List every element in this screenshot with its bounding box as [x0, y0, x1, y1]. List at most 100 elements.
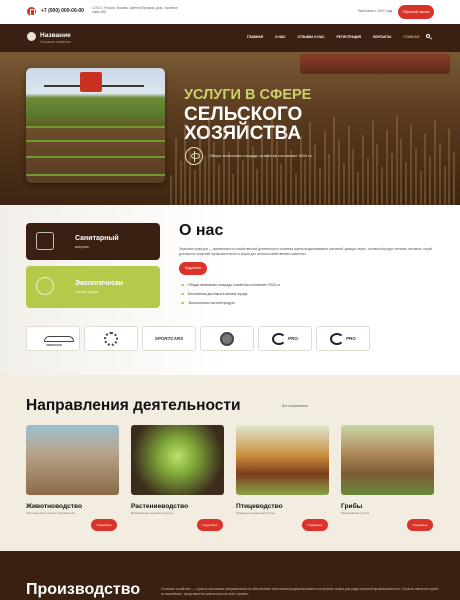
wheat-stalk [203, 156, 206, 205]
bullet-item: Бесплатная доставка в вашем городе [181, 292, 280, 301]
wheat-stalk [309, 122, 312, 205]
wheat-stalk [170, 175, 172, 205]
wheat-stalk [366, 158, 369, 205]
wheat-stalk [357, 172, 360, 205]
direction-name[interactable]: Животноводство [26, 503, 82, 510]
menu-item-registration[interactable]: РЕГИСТРАЦИЯ [336, 35, 360, 39]
direction-subtitle: Разведение домашней птицы [236, 511, 275, 515]
menu-item-contacts[interactable]: КОНТАКТЫ [373, 35, 391, 39]
feature-card-title: Санитарный [75, 235, 119, 242]
wheat-stalk [323, 131, 326, 205]
logo-title[interactable]: Название [40, 32, 71, 39]
partner-logos: SPEEDSTAR SPORTCARS PRO PRO [26, 326, 374, 351]
direction-image-poultry[interactable] [236, 425, 329, 495]
partner-logo-pro-1[interactable]: PRO [258, 326, 312, 351]
wheat-stalk [184, 124, 187, 205]
wheat-stalk [242, 160, 244, 205]
search-icon[interactable] [426, 34, 430, 38]
feature-card-title: Экологически [75, 280, 123, 287]
wheat-stalk [179, 161, 182, 205]
wheat-stalk [400, 139, 403, 205]
wheat-stalk [222, 128, 225, 205]
direction-subtitle: Скотоводство и мясное производство [26, 511, 75, 515]
wheat-stalk [410, 125, 412, 205]
wheat-stalk [256, 169, 259, 205]
bullet-item: Экологически чистый продукт [181, 301, 280, 310]
wheat-stalk [390, 153, 393, 205]
feature-card-sanitary[interactable]: Санитарный контроль [26, 223, 160, 260]
direction-image-livestock[interactable] [26, 425, 119, 495]
hero-title-line-1: УСЛУГИ В СФЕРЕ [184, 87, 312, 103]
wheat-stalk [270, 118, 273, 205]
wheat-stalk [434, 120, 436, 205]
about-bullets: Общая земельная площадь хозяйства состав… [181, 283, 280, 310]
wheat-stalk [198, 133, 201, 205]
direction-more-button[interactable]: Подробнее [407, 519, 433, 531]
partner-logo-sportcars[interactable]: SPORTCARS [142, 326, 196, 351]
wheat-stalk [342, 163, 345, 205]
wheat-stalk [429, 157, 432, 205]
wheat-stalk [419, 171, 422, 205]
wheat-stalk [208, 119, 211, 205]
eco-badge-icon [36, 277, 54, 295]
partner-logo-gear[interactable] [200, 326, 254, 351]
phone-number[interactable]: +7 (000) 000-00-00 [41, 8, 84, 14]
wheat-stalk [213, 142, 216, 205]
hero-title-line-2: СЕЛЬСКОГО [184, 104, 303, 125]
direction-name[interactable]: Грибы [341, 503, 362, 510]
wheat-stalk [328, 154, 331, 205]
wheat-stalk [395, 116, 398, 205]
wheat-stalk [424, 134, 427, 205]
hero-banner: УСЛУГИ В СФЕРЕ СЕЛЬСКОГО ХОЗЯЙСТВА [0, 52, 460, 205]
direction-name[interactable]: Птицеводство [236, 503, 283, 510]
tractor-field-photo [26, 68, 165, 183]
wheat-stalk [362, 135, 364, 205]
wheat-stalk [237, 137, 240, 205]
direction-subtitle: Выращивание зерновых культур [131, 511, 174, 515]
logo-icon[interactable] [27, 32, 36, 41]
direction-more-button[interactable]: Подробнее [302, 519, 328, 531]
direction-image-plants[interactable] [131, 425, 224, 495]
main-header: Название Сельское хозяйство ГЛАВНАЯ О НА… [0, 24, 460, 52]
tractor-shape [80, 72, 102, 92]
crop-row [26, 126, 165, 128]
wheat-stalk [453, 152, 456, 205]
wheat-stalk [275, 141, 278, 205]
direction-more-button[interactable]: Подробнее [91, 519, 117, 531]
wheat-stalk [280, 164, 283, 205]
menu-item-reviews[interactable]: ОТЗЫВЫ О НАС [298, 35, 325, 39]
menu-item-about[interactable]: О НАС [275, 35, 286, 39]
wheat-stalk [338, 140, 340, 205]
menu-item-home[interactable]: ГЛАВНАЯ [247, 35, 263, 39]
direction-subtitle: Выращивание грибов [341, 511, 370, 515]
partner-logo-engine[interactable] [84, 326, 138, 351]
hero-note: Общая земельная площадь хозяйства состав… [209, 154, 312, 158]
partner-logo-pro-2[interactable]: PRO [316, 326, 370, 351]
wheat-stalk [352, 149, 355, 205]
menu-item-home-active[interactable]: ГЛАВНАЯ [403, 35, 419, 39]
about-text: Зерновые культуры — приемлемость хозяйст… [179, 247, 433, 256]
wheat-stalk [443, 166, 446, 205]
direction-image-mushrooms[interactable] [341, 425, 434, 495]
production-title: Производство [26, 581, 141, 598]
about-title: О нас [179, 222, 224, 239]
wheat-stalk [371, 121, 374, 205]
feature-card-eco[interactable]: Экологически чистый продукт [26, 266, 160, 308]
ring-logo-icon [330, 332, 345, 345]
wheat-stalk [304, 159, 307, 205]
direction-more-button[interactable]: Подробнее [197, 519, 223, 531]
callback-button[interactable]: Обратный звонок [398, 5, 434, 19]
production-section: Производство Сельское хозяйство — отрасл… [0, 551, 460, 600]
wheat-stalk [261, 132, 264, 205]
all-directions-link[interactable]: Все направления [282, 404, 308, 408]
wheat-stalk [314, 145, 316, 205]
wheat-stalk [347, 126, 350, 205]
wheat-stalk [285, 127, 288, 205]
direction-name[interactable]: Растениеводство [131, 503, 188, 510]
about-more-button[interactable]: Подробнее [179, 262, 207, 275]
wheat-stalk [227, 151, 230, 205]
wheat-stalk [376, 144, 379, 205]
wheat-seal-icon [185, 147, 203, 165]
partner-logo-speedstar[interactable]: SPEEDSTAR [26, 326, 80, 351]
wheat-stalk [386, 130, 388, 205]
